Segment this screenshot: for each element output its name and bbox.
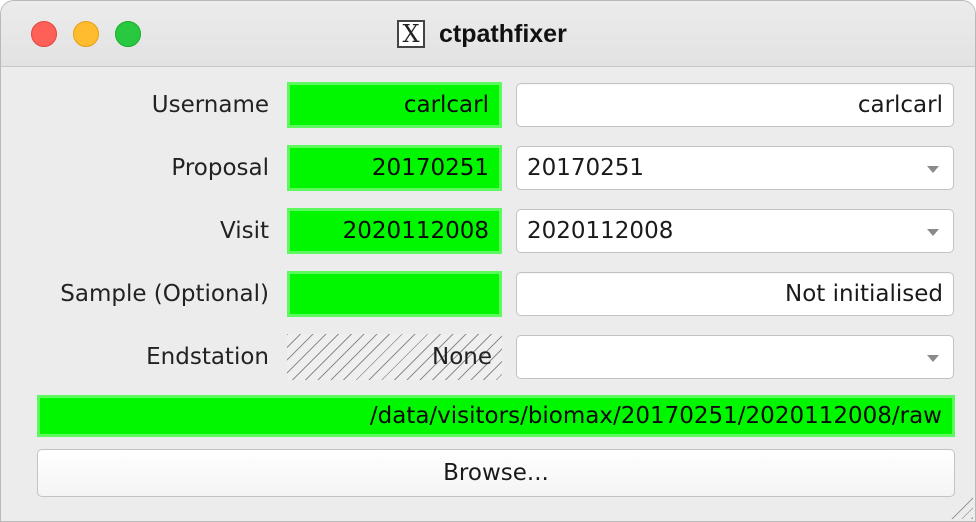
visit-label: Visit xyxy=(219,218,269,244)
username-label: Username xyxy=(151,92,269,118)
window-title-group: X ctpathfixer xyxy=(397,19,567,49)
username-input[interactable]: carlcarl xyxy=(516,83,954,127)
browse-button[interactable]: Browse... xyxy=(37,449,955,497)
visit-select[interactable]: 2020112008 xyxy=(516,209,954,253)
sample-input[interactable]: Not initialised xyxy=(516,272,954,316)
resolved-path: /data/visitors/biomax/20170251/202011200… xyxy=(37,395,955,437)
chevron-down-icon xyxy=(927,165,939,173)
endstation-select[interactable] xyxy=(516,335,954,379)
proposal-select[interactable]: 20170251 xyxy=(516,146,954,190)
chevron-down-icon xyxy=(927,354,939,362)
app-window: X ctpathfixer Username carlcarl carlcarl… xyxy=(0,0,976,522)
endstation-label: Endstation xyxy=(146,344,269,370)
title-bar[interactable]: X ctpathfixer xyxy=(1,1,975,67)
sample-status xyxy=(287,271,502,317)
close-button[interactable] xyxy=(31,21,57,47)
x11-icon: X xyxy=(397,20,425,48)
chevron-down-icon xyxy=(927,228,939,236)
visit-status: 2020112008 xyxy=(287,208,502,254)
window-title: ctpathfixer xyxy=(439,19,567,48)
sample-label: Sample (Optional) xyxy=(60,281,269,307)
proposal-select-value: 20170251 xyxy=(527,155,645,181)
minimize-button[interactable] xyxy=(73,21,99,47)
proposal-label: Proposal xyxy=(171,155,269,181)
endstation-status: None xyxy=(287,334,502,380)
proposal-status: 20170251 xyxy=(287,145,502,191)
visit-select-value: 2020112008 xyxy=(527,218,674,244)
username-status: carlcarl xyxy=(287,82,502,128)
maximize-button[interactable] xyxy=(115,21,141,47)
